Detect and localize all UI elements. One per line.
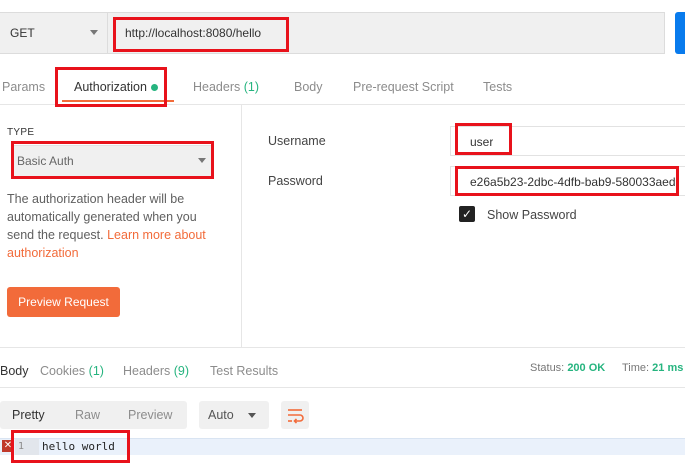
url-input[interactable]: http://localhost:8080/hello bbox=[125, 26, 261, 40]
method-label: GET bbox=[10, 26, 35, 40]
password-label: Password bbox=[268, 174, 323, 188]
request-tabs: Params Authorization Headers (1) Body Pr… bbox=[0, 72, 685, 102]
response-tab-cookies[interactable]: Cookies (1) bbox=[40, 364, 104, 378]
format-raw-button[interactable]: Raw bbox=[75, 408, 100, 422]
tab-params[interactable]: Params bbox=[2, 80, 45, 94]
active-tab-underline bbox=[62, 100, 174, 102]
password-value: e26a5b23-2dbc-4dfb-bab9-580033aed bbox=[470, 175, 676, 189]
tab-authorization[interactable]: Authorization bbox=[74, 80, 158, 94]
error-icon: ✕ bbox=[2, 440, 14, 452]
divider bbox=[0, 347, 685, 348]
wrap-icon bbox=[288, 409, 304, 424]
time-readout: Time: 21 ms bbox=[622, 362, 684, 374]
response-tab-headers[interactable]: Headers (9) bbox=[123, 364, 189, 378]
divider bbox=[0, 387, 685, 388]
format-preview-button[interactable]: Preview bbox=[128, 408, 172, 422]
chevron-down-icon bbox=[248, 413, 256, 418]
show-password-checkbox[interactable]: ✓ bbox=[459, 206, 475, 222]
username-label: Username bbox=[268, 134, 326, 148]
language-value: Auto bbox=[208, 408, 234, 422]
type-label: TYPE bbox=[7, 127, 35, 138]
response-tab-body[interactable]: Body bbox=[0, 364, 29, 378]
response-body: hello world bbox=[42, 440, 115, 453]
auth-type-value: Basic Auth bbox=[17, 154, 74, 168]
tab-tests[interactable]: Tests bbox=[483, 80, 512, 94]
chevron-down-icon bbox=[90, 30, 98, 35]
status-dot-icon bbox=[150, 84, 158, 92]
chevron-down-icon bbox=[198, 158, 206, 163]
username-value: user bbox=[470, 135, 494, 149]
response-tab-test-results[interactable]: Test Results bbox=[210, 364, 278, 378]
status-readout: Status: 200 OK bbox=[530, 362, 606, 374]
line-number: 1 bbox=[18, 441, 25, 452]
format-pretty-button[interactable]: Pretty bbox=[12, 408, 45, 422]
show-password-label: Show Password bbox=[487, 208, 577, 222]
preview-request-button[interactable]: Preview Request bbox=[7, 287, 120, 317]
auth-description: The authorization header will be automat… bbox=[7, 192, 206, 260]
tab-body[interactable]: Body bbox=[294, 80, 323, 94]
send-button[interactable] bbox=[675, 12, 685, 54]
tab-headers[interactable]: Headers (1) bbox=[193, 80, 259, 94]
wrap-lines-button[interactable] bbox=[281, 401, 309, 429]
tab-pre-request-script[interactable]: Pre-request Script bbox=[353, 80, 454, 94]
